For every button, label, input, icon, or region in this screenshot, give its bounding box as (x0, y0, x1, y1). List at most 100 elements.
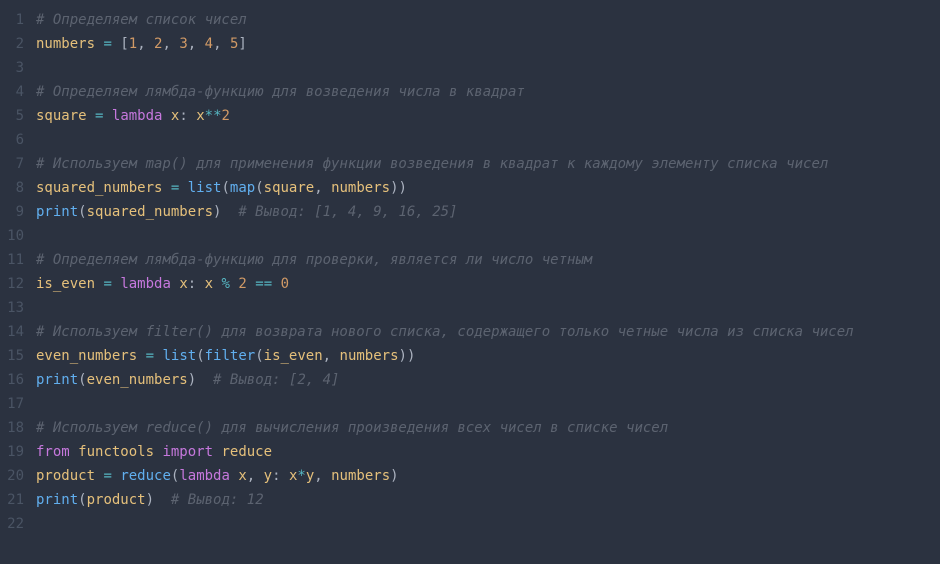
token-func: reduce (120, 468, 171, 484)
code-line[interactable]: 2numbers = [1, 2, 3, 4, 5] (0, 32, 940, 56)
token-func: print (36, 492, 78, 508)
line-content[interactable]: print(product) # Вывод: 12 (36, 488, 940, 512)
line-number: 6 (0, 128, 36, 152)
token-punct: ( (78, 372, 86, 388)
token-func: list (162, 348, 196, 364)
line-content[interactable]: product = reduce(lambda x, y: x*y, numbe… (36, 464, 940, 488)
token-punct: ( (78, 492, 86, 508)
line-content[interactable]: # Определяем лямбда-функцию для возведен… (36, 80, 940, 104)
line-content[interactable]: print(squared_numbers) # Вывод: [1, 4, 9… (36, 200, 940, 224)
token-comment: # Определяем лямбда-функцию для проверки… (36, 252, 592, 268)
code-line[interactable]: 17 (0, 392, 940, 416)
code-line[interactable]: 13 (0, 296, 940, 320)
token-punct: )) (390, 180, 407, 196)
token-punct: ) (188, 372, 213, 388)
code-line[interactable]: 12is_even = lambda x: x % 2 == 0 (0, 272, 940, 296)
line-number: 2 (0, 32, 36, 56)
token-punct (162, 108, 170, 124)
token-ident: numbers (340, 348, 399, 364)
line-content[interactable]: even_numbers = list(filter(is_even, numb… (36, 344, 940, 368)
line-number: 8 (0, 176, 36, 200)
line-number: 7 (0, 152, 36, 176)
token-comment: # Используем filter() для возврата новог… (36, 324, 854, 340)
token-punct: ( (196, 348, 204, 364)
token-func: list (188, 180, 222, 196)
token-punct: , (188, 36, 205, 52)
code-line[interactable]: 3 (0, 56, 940, 80)
line-content[interactable]: # Используем map() для применения функци… (36, 152, 940, 176)
token-punct: ( (78, 204, 86, 220)
line-content[interactable]: print(even_numbers) # Вывод: [2, 4] (36, 368, 940, 392)
line-content[interactable]: # Определяем лямбда-функцию для проверки… (36, 248, 940, 272)
line-content[interactable] (36, 512, 940, 536)
line-number: 15 (0, 344, 36, 368)
token-ident: product (36, 468, 95, 484)
token-punct: : (188, 276, 205, 292)
token-punct: , (137, 36, 154, 52)
line-content[interactable] (36, 392, 940, 416)
token-punct: ) (146, 492, 171, 508)
token-func: filter (205, 348, 256, 364)
token-punct (137, 348, 145, 364)
code-line[interactable]: 20product = reduce(lambda x, y: x*y, num… (0, 464, 940, 488)
code-line[interactable]: 6 (0, 128, 940, 152)
token-comment: # Вывод: [1, 4, 9, 16, 25] (238, 204, 457, 220)
token-ident: x (205, 276, 213, 292)
token-ident: is_even (264, 348, 323, 364)
token-num: 2 (238, 276, 246, 292)
token-op: ** (205, 108, 222, 124)
line-number: 9 (0, 200, 36, 224)
token-punct (272, 276, 280, 292)
token-kw: lambda (179, 468, 230, 484)
token-ident: x (238, 468, 246, 484)
code-line[interactable]: 7# Используем map() для применения функц… (0, 152, 940, 176)
token-comment: # Используем reduce() для вычисления про… (36, 420, 668, 436)
code-line[interactable]: 16print(even_numbers) # Вывод: [2, 4] (0, 368, 940, 392)
line-number: 12 (0, 272, 36, 296)
code-line[interactable]: 1# Определяем список чисел (0, 8, 940, 32)
code-line[interactable]: 10 (0, 224, 940, 248)
token-punct: )) (399, 348, 416, 364)
line-content[interactable] (36, 224, 940, 248)
line-content[interactable]: squared_numbers = list(map(square, numbe… (36, 176, 940, 200)
line-number: 3 (0, 56, 36, 80)
token-punct: , (314, 468, 331, 484)
line-number: 10 (0, 224, 36, 248)
code-editor[interactable]: 1# Определяем список чисел2numbers = [1,… (0, 8, 940, 536)
line-number: 22 (0, 512, 36, 536)
line-content[interactable]: numbers = [1, 2, 3, 4, 5] (36, 32, 940, 56)
token-op: * (297, 468, 305, 484)
line-content[interactable] (36, 296, 940, 320)
token-comment: # Определяем список чисел (36, 12, 247, 28)
token-punct (162, 180, 170, 196)
code-line[interactable]: 19from functools import reduce (0, 440, 940, 464)
line-content[interactable] (36, 128, 940, 152)
line-content[interactable]: # Определяем список чисел (36, 8, 940, 32)
code-line[interactable]: 8squared_numbers = list(map(square, numb… (0, 176, 940, 200)
token-punct: , (213, 36, 230, 52)
line-content[interactable] (36, 56, 940, 80)
line-number: 20 (0, 464, 36, 488)
line-content[interactable]: is_even = lambda x: x % 2 == 0 (36, 272, 940, 296)
line-content[interactable]: from functools import reduce (36, 440, 940, 464)
line-content[interactable]: square = lambda x: x**2 (36, 104, 940, 128)
code-line[interactable]: 9print(squared_numbers) # Вывод: [1, 4, … (0, 200, 940, 224)
code-line[interactable]: 14# Используем filter() для возврата нов… (0, 320, 940, 344)
line-number: 1 (0, 8, 36, 32)
token-ident: square (264, 180, 315, 196)
code-line[interactable]: 5square = lambda x: x**2 (0, 104, 940, 128)
code-line[interactable]: 22 (0, 512, 940, 536)
code-line[interactable]: 11# Определяем лямбда-функцию для провер… (0, 248, 940, 272)
line-content[interactable]: # Используем filter() для возврата новог… (36, 320, 940, 344)
line-content[interactable]: # Используем reduce() для вычисления про… (36, 416, 940, 440)
token-comment: # Используем map() для применения функци… (36, 156, 828, 172)
token-ident: x (196, 108, 204, 124)
token-punct: ) (213, 204, 238, 220)
code-line[interactable]: 21print(product) # Вывод: 12 (0, 488, 940, 512)
code-line[interactable]: 15even_numbers = list(filter(is_even, nu… (0, 344, 940, 368)
token-op: = (146, 348, 154, 364)
code-line[interactable]: 18# Используем reduce() для вычисления п… (0, 416, 940, 440)
code-line[interactable]: 4# Определяем лямбда-функцию для возведе… (0, 80, 940, 104)
token-ident: numbers (331, 180, 390, 196)
token-punct: ] (238, 36, 246, 52)
